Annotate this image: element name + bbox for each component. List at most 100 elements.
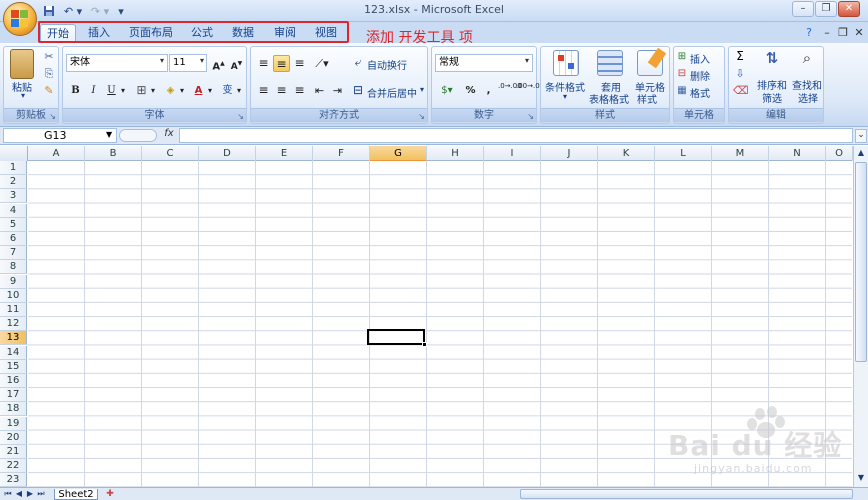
font-color-dropdown-icon[interactable]: ▾ [206, 82, 214, 99]
column-header[interactable]: M [712, 146, 769, 161]
row-header[interactable]: 6 [0, 232, 27, 246]
column-header[interactable]: A [28, 146, 85, 161]
alignment-launcher-icon[interactable]: ↘ [418, 112, 425, 121]
office-button[interactable] [3, 2, 37, 36]
help-icon[interactable]: ? [802, 26, 816, 40]
font-launcher-icon[interactable]: ↘ [237, 112, 244, 121]
font-name-select[interactable]: 宋体 [66, 54, 168, 72]
find-select-button[interactable]: 选择 [791, 90, 825, 105]
underline-button[interactable]: U [103, 82, 120, 99]
align-left-icon[interactable]: ≡ [255, 82, 272, 99]
expand-formula-icon[interactable]: ⌄ [855, 129, 867, 143]
row-header[interactable]: 18 [0, 402, 27, 416]
row-header[interactable]: 14 [0, 346, 27, 360]
fill-handle[interactable] [422, 342, 427, 347]
formula-input[interactable] [179, 128, 853, 143]
row-header[interactable]: 20 [0, 431, 27, 445]
last-sheet-icon[interactable]: ⏭ [36, 489, 46, 499]
copy-icon[interactable]: ⎘ [42, 67, 56, 81]
column-header[interactable]: E [256, 146, 313, 161]
increase-indent-icon[interactable]: ⇥ [329, 82, 346, 99]
row-header[interactable]: 5 [0, 218, 27, 232]
name-box[interactable]: G13 [3, 128, 117, 143]
first-sheet-icon[interactable]: ⏮ [3, 489, 13, 499]
workbook-minimize-icon[interactable]: – [820, 26, 834, 40]
orientation-icon[interactable]: ⟋▾ [311, 55, 333, 72]
insert-sheet-icon[interactable]: ✚ [101, 489, 119, 500]
fill-icon[interactable]: ⇩ [733, 67, 747, 80]
formula-divider-handle[interactable] [119, 129, 157, 142]
number-format-dropdown-icon[interactable]: ▾ [522, 56, 532, 65]
insert-cells-icon[interactable]: ⊞ [676, 51, 688, 62]
row-header[interactable]: 4 [0, 204, 27, 218]
delete-cells-icon[interactable]: ⊟ [676, 68, 688, 79]
row-header[interactable]: 21 [0, 445, 27, 459]
accounting-format-icon[interactable]: $▾ [436, 82, 458, 99]
phonetic-dropdown-icon[interactable]: ▾ [235, 82, 243, 99]
cut-icon[interactable]: ✂ [42, 50, 56, 63]
row-header[interactable]: 16 [0, 374, 27, 388]
column-header[interactable]: F [313, 146, 370, 161]
row-header[interactable]: 22 [0, 459, 27, 473]
row-header[interactable]: 10 [0, 289, 27, 303]
number-format-select[interactable]: 常规 [435, 54, 533, 72]
font-color-icon[interactable]: A [190, 82, 207, 99]
delete-cells-button[interactable]: 删除 [690, 68, 724, 83]
column-header[interactable]: L [655, 146, 712, 161]
column-header[interactable]: K [598, 146, 655, 161]
row-header[interactable]: 13 [0, 331, 27, 345]
increase-decimal-button[interactable]: .0→.00 [498, 82, 522, 99]
horizontal-scrollbar[interactable] [520, 489, 853, 499]
select-all-button[interactable] [0, 146, 28, 161]
sort-filter-button[interactable]: 筛选 [755, 90, 789, 105]
cell-styles-button[interactable]: 样式 [633, 91, 661, 106]
align-bottom-icon[interactable]: ≡ [291, 55, 308, 72]
row-header[interactable]: 8 [0, 260, 27, 274]
format-painter-icon[interactable]: ✎ [42, 84, 56, 97]
row-header[interactable]: 2 [0, 175, 27, 189]
find-select-icon[interactable]: ⌕ [795, 49, 819, 67]
align-middle-icon[interactable]: ≡ [273, 55, 290, 72]
row-header[interactable]: 3 [0, 189, 27, 203]
align-top-icon[interactable]: ≡ [255, 55, 272, 72]
row-header[interactable]: 1 [0, 161, 27, 175]
wrap-text-icon[interactable]: ⤶ [351, 55, 365, 70]
align-center-icon[interactable]: ≡ [273, 82, 290, 99]
column-header[interactable]: J [541, 146, 598, 161]
font-size-dropdown-icon[interactable]: ▾ [197, 56, 207, 65]
paste-dropdown-icon[interactable]: ▾ [18, 91, 28, 100]
row-header[interactable]: 19 [0, 417, 27, 431]
row-header[interactable]: 15 [0, 360, 27, 374]
name-box-dropdown-icon[interactable]: ▼ [106, 130, 116, 139]
row-header[interactable]: 12 [0, 317, 27, 331]
format-as-table-icon[interactable] [597, 50, 623, 76]
active-cell[interactable] [367, 329, 425, 345]
conditional-format-dropdown-icon[interactable]: ▾ [561, 92, 569, 101]
clipboard-launcher-icon[interactable]: ↘ [49, 112, 56, 121]
font-name-dropdown-icon[interactable]: ▾ [157, 56, 167, 65]
shrink-font-icon[interactable]: A▼ [228, 55, 245, 72]
column-header[interactable]: G [370, 146, 427, 161]
column-header[interactable]: N [769, 146, 826, 161]
insert-cells-button[interactable]: 插入 [690, 51, 724, 66]
decrease-indent-icon[interactable]: ⇤ [311, 82, 328, 99]
workbook-close-icon[interactable]: ✕ [852, 26, 866, 40]
conditional-format-icon[interactable] [553, 50, 579, 76]
italic-button[interactable]: I [85, 82, 102, 99]
minimize-button[interactable]: – [792, 1, 814, 17]
fill-color-icon[interactable]: ◈ [162, 82, 179, 99]
paste-icon[interactable] [10, 49, 34, 79]
align-right-icon[interactable]: ≡ [291, 82, 308, 99]
borders-dropdown-icon[interactable]: ▾ [149, 82, 157, 99]
column-header[interactable]: D [199, 146, 256, 161]
underline-dropdown-icon[interactable]: ▾ [119, 82, 127, 99]
percent-button[interactable]: % [462, 82, 479, 99]
column-header[interactable]: I [484, 146, 541, 161]
format-cells-button[interactable]: 格式 [690, 85, 724, 100]
merge-center-button[interactable]: 合并后居中 [367, 85, 423, 100]
column-header[interactable]: B [85, 146, 142, 161]
bold-button[interactable]: B [67, 82, 84, 99]
fill-color-dropdown-icon[interactable]: ▾ [178, 82, 186, 99]
format-as-table-button[interactable]: 表格格式 [585, 91, 633, 106]
cell-styles-icon[interactable] [637, 47, 667, 76]
